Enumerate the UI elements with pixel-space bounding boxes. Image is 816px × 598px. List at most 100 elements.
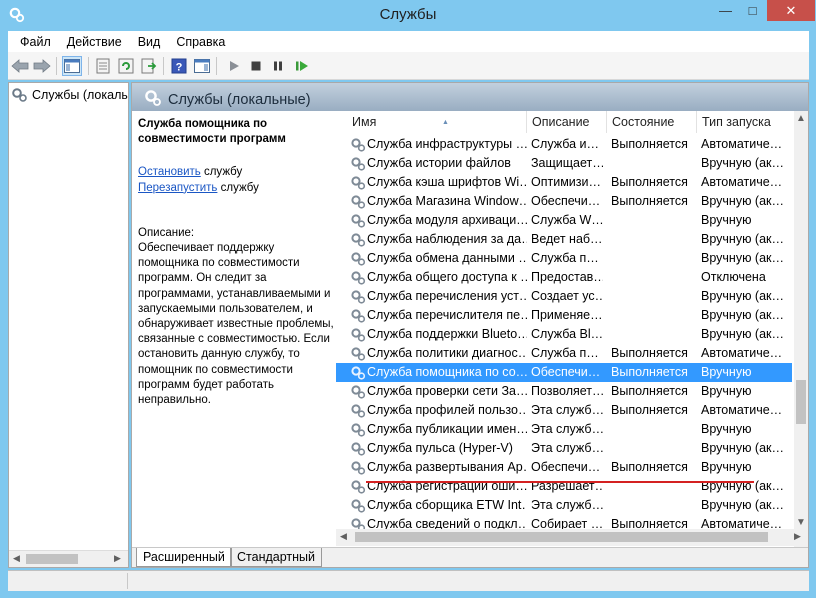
status-bar bbox=[8, 570, 809, 591]
console-tree-icon bbox=[64, 59, 80, 73]
table-row[interactable]: Служба перечисления уст… Создает ус… Вручн… bbox=[336, 287, 792, 306]
service-actions: Остановить службу Перезапустить службу bbox=[138, 165, 334, 195]
cell-state: Выполняется bbox=[611, 460, 688, 474]
table-row[interactable]: Служба развертывания Ap… Обеспечи… Выполня… bbox=[336, 458, 792, 477]
stop-icon bbox=[251, 61, 261, 71]
service-gear-icon bbox=[351, 480, 366, 494]
table-row[interactable]: Служба сборщика ETW Int… Эта служб… Вручну… bbox=[336, 496, 792, 515]
scroll-left-icon[interactable]: ◀ bbox=[13, 553, 20, 564]
refresh-icon bbox=[118, 58, 134, 74]
table-row[interactable]: Служба проверки сети За… Позволяет… Выполн… bbox=[336, 382, 792, 401]
scroll-right-icon[interactable]: ▶ bbox=[794, 531, 801, 542]
cell-name: Служба наблюдения за да… bbox=[367, 232, 527, 246]
table-row[interactable]: Служба инфраструктуры … Служба и… Выполняе… bbox=[336, 135, 792, 154]
cell-state: Выполняется bbox=[611, 137, 688, 151]
menu-help[interactable]: Справка bbox=[168, 35, 233, 49]
cell-name: Служба поддержки Blueto… bbox=[367, 327, 527, 341]
column-header-startup-type[interactable]: Тип запуска bbox=[696, 111, 792, 133]
table-row[interactable]: Служба пульса (Hyper-V) Эта служб… Вручную… bbox=[336, 439, 792, 458]
maximize-button[interactable]: □ bbox=[739, 0, 766, 21]
tree-item-services-local[interactable]: Службы (локалы bbox=[11, 87, 128, 103]
export-list-button[interactable] bbox=[139, 56, 159, 76]
restart-service-button[interactable] bbox=[292, 56, 312, 76]
scroll-right-icon[interactable]: ▶ bbox=[114, 553, 121, 564]
start-service-button[interactable] bbox=[224, 56, 244, 76]
service-gear-icon bbox=[351, 233, 366, 247]
column-header-state[interactable]: Состояние bbox=[606, 111, 696, 133]
cell-description: Служба п… bbox=[531, 346, 599, 360]
table-row[interactable]: Служба регистрации оши… Разрешает… Вручную… bbox=[336, 477, 792, 496]
scroll-left-icon[interactable]: ◀ bbox=[340, 531, 347, 542]
pause-service-button[interactable] bbox=[268, 56, 288, 76]
service-gear-icon bbox=[351, 461, 366, 475]
show-hide-action-pane-button[interactable] bbox=[192, 56, 212, 76]
table-row-selected[interactable]: Служба помощника по со… Обеспечи… Выполняе… bbox=[336, 363, 792, 382]
cell-startup-type: Вручную bbox=[701, 460, 752, 474]
restart-service-link[interactable]: Перезапустить bbox=[138, 182, 217, 194]
service-gear-icon bbox=[351, 157, 366, 171]
cell-state: Выполняется bbox=[611, 384, 688, 398]
table-row[interactable]: Служба истории файлов Защищает… Вручную (а… bbox=[336, 154, 792, 173]
scrollbar-thumb[interactable] bbox=[355, 532, 768, 542]
service-gear-icon bbox=[351, 309, 366, 323]
list-vertical-scrollbar[interactable]: ▲ ▼ bbox=[794, 111, 808, 547]
table-row[interactable]: Служба поддержки Blueto… Служба Bl… Вручну… bbox=[336, 325, 792, 344]
forward-arrow-icon bbox=[33, 59, 51, 73]
cell-name: Служба общего доступа к … bbox=[367, 270, 527, 284]
scrollbar-thumb[interactable] bbox=[796, 380, 806, 424]
service-gear-icon bbox=[351, 423, 366, 437]
table-row[interactable]: Служба общего доступа к … Предостав… Отклю… bbox=[336, 268, 792, 287]
menu-view[interactable]: Вид bbox=[130, 35, 169, 49]
table-row[interactable]: Служба обмена данными … Служба п… Вручную … bbox=[336, 249, 792, 268]
table-row[interactable]: Служба кэша шрифтов Wi… Оптимизи… Выполняе… bbox=[336, 173, 792, 192]
stop-service-button[interactable] bbox=[246, 56, 266, 76]
stop-service-link[interactable]: Остановить bbox=[138, 166, 201, 178]
list-horizontal-scrollbar[interactable]: ◀ ▶ bbox=[336, 529, 808, 546]
table-row[interactable]: Служба наблюдения за да… Ведет наб… Вручну… bbox=[336, 230, 792, 249]
cell-startup-type: Отключена bbox=[701, 270, 766, 284]
cell-startup-type: Вручную (ак… bbox=[701, 327, 784, 341]
view-tabs: Расширенный Стандартный bbox=[132, 547, 808, 567]
help-icon: ? bbox=[171, 58, 187, 74]
cell-description: Эта служб… bbox=[531, 498, 603, 512]
table-row[interactable]: Служба модуля архиваци… Служба W… Вручную bbox=[336, 211, 792, 230]
cell-name: Служба регистрации оши… bbox=[367, 479, 527, 493]
show-hide-console-tree-button[interactable] bbox=[62, 56, 82, 76]
help-button[interactable]: ? bbox=[169, 56, 189, 76]
description-label: Описание: bbox=[138, 226, 195, 239]
tab-standard[interactable]: Стандартный bbox=[230, 548, 322, 567]
tree-horizontal-scrollbar[interactable]: ◀ ▶ bbox=[9, 550, 128, 567]
scrollbar-thumb[interactable] bbox=[26, 554, 78, 564]
menu-file[interactable]: Файл bbox=[12, 35, 59, 49]
column-header-description[interactable]: Описание bbox=[526, 111, 606, 133]
service-gear-icon bbox=[351, 385, 366, 399]
cell-description: Ведет наб… bbox=[531, 232, 603, 246]
service-gear-icon bbox=[351, 404, 366, 418]
cell-name: Служба перечислителя пе… bbox=[367, 308, 527, 322]
cell-name: Служба проверки сети За… bbox=[367, 384, 527, 398]
forward-button[interactable] bbox=[32, 56, 52, 76]
cell-name: Служба помощника по со… bbox=[367, 365, 527, 379]
menu-action[interactable]: Действие bbox=[59, 35, 130, 49]
table-row[interactable]: Служба профилей пользо… Эта служб… Выполня… bbox=[336, 401, 792, 420]
refresh-button[interactable] bbox=[116, 56, 136, 76]
service-gear-icon bbox=[351, 499, 366, 513]
table-row[interactable]: Служба политики диагнос… Служба п… Выполня… bbox=[336, 344, 792, 363]
table-row[interactable]: Служба Магазина Window… Обеспечи… Выполняе… bbox=[336, 192, 792, 211]
table-row[interactable]: Служба перечислителя пе… Применяе… Вручную… bbox=[336, 306, 792, 325]
minimize-button[interactable]: — bbox=[712, 0, 739, 21]
cell-name: Служба истории файлов bbox=[367, 156, 511, 170]
back-button[interactable] bbox=[10, 56, 30, 76]
properties-button[interactable] bbox=[93, 56, 113, 76]
toolbar-separator bbox=[163, 57, 164, 75]
column-header-name[interactable]: Имя ▲ bbox=[346, 111, 526, 133]
play-icon bbox=[230, 61, 239, 71]
close-button[interactable]: ✕ bbox=[767, 0, 815, 21]
table-row[interactable]: Служба публикации имен… Эта служб… Вручную bbox=[336, 420, 792, 439]
title-bar[interactable]: Службы — □ ✕ bbox=[0, 0, 816, 30]
tab-extended[interactable]: Расширенный bbox=[136, 548, 232, 567]
status-pane bbox=[130, 573, 809, 589]
cell-name: Служба политики диагнос… bbox=[367, 346, 527, 360]
scroll-down-icon[interactable]: ▼ bbox=[796, 517, 806, 528]
scroll-up-icon[interactable]: ▲ bbox=[796, 113, 806, 124]
